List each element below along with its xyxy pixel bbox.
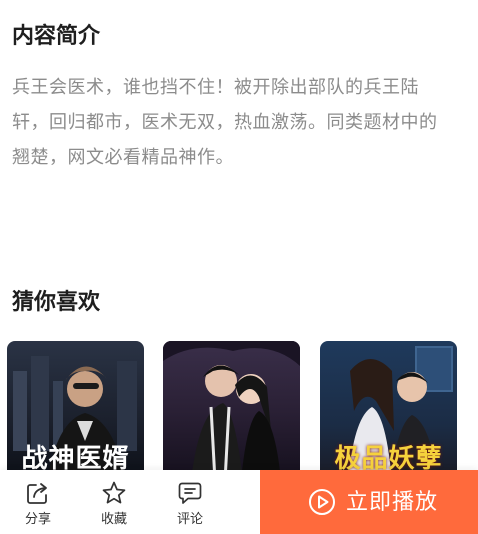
comment-label: 评论 — [176, 512, 203, 527]
share-button[interactable]: 分享 — [8, 470, 68, 534]
cover-title: 战神医婿 — [21, 444, 130, 471]
comment-button[interactable]: 评论 — [160, 470, 220, 534]
cover-title: 极品妖孽 — [334, 444, 443, 471]
cover-image — [163, 341, 300, 471]
play-circle-icon — [309, 489, 335, 515]
bottom-action-bar: 分享 收藏 评论 立即播放 — [0, 470, 478, 534]
star-icon — [102, 481, 126, 504]
comment-icon — [178, 482, 202, 504]
share-icon — [27, 483, 47, 504]
play-now-button[interactable]: 立即播放 — [260, 470, 478, 534]
favorite-button[interactable]: 收藏 — [84, 470, 144, 534]
favorite-label: 收藏 — [100, 512, 127, 527]
recommend-card[interactable]: 极品妖孽 — [320, 341, 457, 471]
recommend-list: 战神医婿 极品妖孽 — [7, 341, 478, 471]
play-now-label: 立即播放 — [346, 489, 439, 514]
recommend-card[interactable]: 战神医婿 — [7, 341, 144, 471]
recommend-title: 猜你喜欢 — [12, 290, 101, 315]
recommend-card[interactable] — [163, 341, 300, 471]
intro-title: 内容简介 — [12, 24, 101, 49]
intro-description: 兵王会医术，谁也挡不住！被开除出部队的兵王陆轩，回归都市，医术无双，热血激荡。同… — [12, 77, 438, 168]
share-label: 分享 — [24, 512, 51, 527]
